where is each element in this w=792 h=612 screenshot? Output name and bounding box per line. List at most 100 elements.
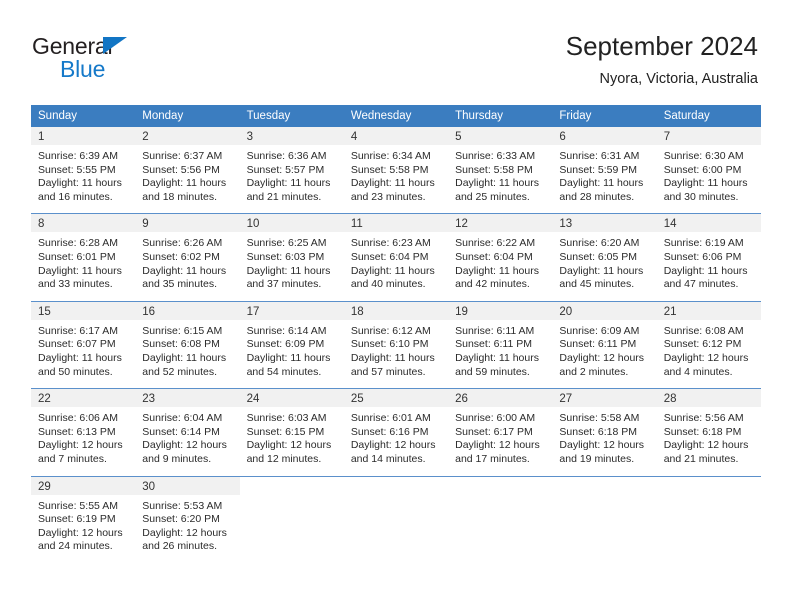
calendar-day-cell[interactable]: 8 Sunrise: 6:28 AM Sunset: 6:01 PM Daylight…	[31, 213, 136, 302]
day-details: Sunrise: 6:22 AM Sunset: 6:04 PM Daylight:…	[448, 232, 552, 300]
calendar-table: Sunday Monday Tuesday Wednesday Thursday Frid…	[31, 105, 761, 563]
calendar-day-cell[interactable]: 20 Sunrise: 6:09 AM Sunset: 6:11 PM Dayligh…	[552, 300, 657, 389]
calendar-day-cell[interactable]: 27 Sunrise: 5:58 AM Sunset: 6:18 PM Dayligh…	[552, 388, 657, 476]
daylight-text: Daylight: 11 hours and 35 minutes.	[142, 264, 227, 291]
day-cell-inner: 18 Sunrise: 6:12 AM Sunset: 6:10 PM Dayligh…	[343, 301, 449, 388]
daylight-text: Daylight: 11 hours and 52 minutes.	[142, 351, 227, 378]
calendar-day-cell[interactable]: 16 Sunrise: 6:15 AM Sunset: 6:08 PM Dayligh…	[135, 300, 240, 389]
sunset-text: Sunset: 6:11 PM	[559, 338, 637, 351]
sunset-text: Sunset: 5:55 PM	[38, 163, 116, 176]
daylight-text: Daylight: 11 hours and 54 minutes.	[246, 351, 331, 378]
day-cell-inner: 20 Sunrise: 6:09 AM Sunset: 6:11 PM Dayligh…	[552, 301, 657, 388]
day-number	[552, 477, 656, 495]
day-cell-inner: 19 Sunrise: 6:11 AM Sunset: 6:11 PM Dayligh…	[448, 301, 553, 388]
day-details: Sunrise: 6:11 AM Sunset: 6:11 PM Daylight:…	[448, 320, 552, 388]
sunset-text: Sunset: 6:17 PM	[455, 425, 533, 438]
day-cell-inner: 15 Sunrise: 6:17 AM Sunset: 6:07 PM Dayligh…	[31, 301, 136, 388]
sunrise-text: Sunrise: 6:34 AM	[350, 150, 431, 162]
calendar-day-cell[interactable]: 24 Sunrise: 6:03 AM Sunset: 6:15 PM Dayligh…	[239, 388, 344, 476]
day-number: 16	[135, 301, 240, 320]
sunrise-text: Sunrise: 6:00 AM	[455, 412, 536, 425]
sunset-text: Sunset: 6:04 PM	[350, 250, 429, 263]
day-details: Sunrise: 5:55 AM Sunset: 6:19 PM Daylight:…	[31, 495, 135, 563]
day-number: 10	[239, 214, 344, 233]
calendar-day-cell[interactable]: 10 Sunrise: 6:25 AM Sunset: 6:03 PM Dayligh…	[239, 213, 344, 302]
weekday-header-sunday: Sunday	[31, 105, 136, 127]
day-cell-inner: 9 Sunrise: 6:26 AM Sunset: 6:02 PM Daylight…	[135, 214, 240, 300]
day-number: 28	[656, 389, 761, 408]
daylight-text: Daylight: 11 hours and 33 minutes.	[38, 264, 122, 291]
day-number: 11	[343, 214, 449, 233]
calendar-day-cell[interactable]: 9 Sunrise: 6:26 AM Sunset: 6:02 PM Daylight…	[135, 213, 240, 302]
calendar-day-cell[interactable]: 26 Sunrise: 6:00 AM Sunset: 6:17 PM Dayligh…	[448, 388, 553, 476]
sunset-text: Sunset: 6:16 PM	[350, 425, 429, 438]
day-number: 17	[239, 301, 344, 320]
day-cell-inner: 26 Sunrise: 6:00 AM Sunset: 6:17 PM Dayligh…	[448, 389, 553, 475]
calendar-day-cell[interactable]: 12 Sunrise: 6:22 AM Sunset: 6:04 PM Dayligh…	[448, 213, 553, 302]
day-cell-inner: 1 Sunrise: 6:39 AM Sunset: 5:55 PM Daylight…	[31, 127, 136, 213]
day-details: Sunrise: 6:09 AM Sunset: 6:11 PM Daylight:…	[552, 320, 656, 388]
sunset-text: Sunset: 6:19 PM	[38, 513, 116, 526]
calendar-day-cell[interactable]: 18 Sunrise: 6:12 AM Sunset: 6:10 PM Dayligh…	[343, 300, 449, 389]
logo-wordmark-blue: Blue	[60, 56, 106, 82]
day-details: Sunrise: 6:17 AM Sunset: 6:07 PM Daylight:…	[31, 320, 135, 388]
calendar-day-cell[interactable]: 11 Sunrise: 6:23 AM Sunset: 6:04 PM Dayligh…	[343, 213, 449, 302]
daylight-text: Daylight: 11 hours and 47 minutes.	[663, 264, 748, 291]
sunrise-text: Sunrise: 6:26 AM	[142, 237, 223, 250]
calendar-day-cell[interactable]: 25 Sunrise: 6:01 AM Sunset: 6:16 PM Dayligh…	[343, 388, 449, 476]
day-details: Sunrise: 6:12 AM Sunset: 6:10 PM Daylight:…	[344, 320, 448, 388]
day-number: 15	[31, 301, 136, 320]
sunrise-text: Sunrise: 5:53 AM	[142, 499, 223, 512]
calendar-day-cell[interactable]: 1 Sunrise: 6:39 AM Sunset: 5:55 PM Daylight…	[31, 127, 136, 214]
calendar-day-cell[interactable]: 7 Sunrise: 6:30 AM Sunset: 6:00 PM Daylight…	[656, 127, 761, 214]
day-cell-inner: 17 Sunrise: 6:14 AM Sunset: 6:09 PM Dayligh…	[239, 301, 344, 388]
day-number: 12	[448, 214, 553, 233]
sunrise-text: Sunrise: 6:04 AM	[142, 412, 223, 425]
calendar-day-cell[interactable]: 22 Sunrise: 6:06 AM Sunset: 6:13 PM Dayligh…	[31, 388, 136, 476]
day-details: Sunrise: 6:39 AM Sunset: 5:55 PM Daylight:…	[31, 145, 135, 213]
calendar-day-cell[interactable]: 28 Sunrise: 5:56 AM Sunset: 6:18 PM Dayligh…	[656, 388, 761, 476]
calendar-day-cell[interactable]: 3 Sunrise: 6:36 AM Sunset: 5:57 PM Daylight…	[239, 127, 344, 214]
calendar-week-row: 29 Sunrise: 5:55 AM Sunset: 6:19 PM Dayligh…	[31, 475, 761, 563]
calendar-day-cell[interactable]: 30 Sunrise: 5:53 AM Sunset: 6:20 PM Dayligh…	[135, 475, 240, 563]
calendar-day-cell[interactable]: 29 Sunrise: 5:55 AM Sunset: 6:19 PM Dayligh…	[31, 475, 136, 563]
day-details: Sunrise: 6:30 AM Sunset: 6:00 PM Daylight:…	[657, 145, 761, 213]
general-blue-logo[interactable]: General Blue	[32, 33, 212, 85]
logo-bottom-row: Blue	[32, 57, 212, 81]
day-details: Sunrise: 6:08 AM Sunset: 6:12 PM Daylight:…	[657, 320, 761, 388]
day-number: 26	[448, 389, 553, 408]
calendar-day-cell[interactable]: 13 Sunrise: 6:20 AM Sunset: 6:05 PM Dayligh…	[552, 213, 657, 302]
calendar-day-cell[interactable]: 21 Sunrise: 6:08 AM Sunset: 6:12 PM Dayligh…	[656, 300, 761, 389]
calendar-day-cell[interactable]: 14 Sunrise: 6:19 AM Sunset: 6:06 PM Dayligh…	[656, 213, 761, 302]
calendar-day-cell[interactable]: 17 Sunrise: 6:14 AM Sunset: 6:09 PM Dayligh…	[239, 300, 344, 389]
day-number: 27	[552, 389, 657, 408]
calendar-day-cell[interactable]: 5 Sunrise: 6:33 AM Sunset: 5:58 PM Daylight…	[448, 127, 553, 214]
calendar-day-cell[interactable]: 23 Sunrise: 6:04 AM Sunset: 6:14 PM Dayligh…	[135, 388, 240, 476]
sunrise-text: Sunrise: 6:30 AM	[663, 150, 744, 162]
sunset-text: Sunset: 6:09 PM	[246, 338, 325, 351]
day-cell-inner: 10 Sunrise: 6:25 AM Sunset: 6:03 PM Dayligh…	[239, 214, 344, 300]
day-cell-inner: 29 Sunrise: 5:55 AM Sunset: 6:19 PM Dayligh…	[31, 476, 136, 563]
sunrise-text: Sunrise: 6:08 AM	[663, 324, 744, 337]
calendar-day-cell[interactable]: 2 Sunrise: 6:37 AM Sunset: 5:56 PM Daylight…	[135, 127, 240, 214]
day-number: 2	[135, 127, 240, 145]
sunrise-text: Sunrise: 5:58 AM	[559, 412, 640, 425]
calendar-cell-empty	[239, 475, 344, 563]
calendar-cell-empty	[448, 475, 553, 563]
day-cell-inner: 8 Sunrise: 6:28 AM Sunset: 6:01 PM Daylight…	[31, 214, 136, 300]
calendar-day-cell[interactable]: 6 Sunrise: 6:31 AM Sunset: 5:59 PM Daylight…	[552, 127, 657, 214]
daylight-text: Daylight: 11 hours and 16 minutes.	[38, 177, 122, 203]
sunset-text: Sunset: 6:18 PM	[663, 425, 742, 438]
calendar-cell-empty	[552, 475, 657, 563]
day-number: 19	[448, 301, 553, 320]
day-number: 1	[31, 127, 136, 145]
day-details: Sunrise: 6:31 AM Sunset: 5:59 PM Daylight:…	[552, 145, 656, 213]
sunset-text: Sunset: 5:56 PM	[142, 163, 220, 176]
page-title: September 2024	[565, 31, 758, 61]
masthead: General Blue September 2024 Nyora, Victo…	[0, 0, 792, 104]
calendar-day-cell[interactable]: 15 Sunrise: 6:17 AM Sunset: 6:07 PM Dayligh…	[31, 300, 136, 389]
calendar-day-cell[interactable]: 4 Sunrise: 6:34 AM Sunset: 5:58 PM Daylight…	[343, 127, 449, 214]
day-cell-inner: 24 Sunrise: 6:03 AM Sunset: 6:15 PM Dayligh…	[239, 389, 344, 475]
calendar-day-cell[interactable]: 19 Sunrise: 6:11 AM Sunset: 6:11 PM Dayligh…	[448, 300, 553, 389]
day-number: 8	[31, 214, 136, 233]
